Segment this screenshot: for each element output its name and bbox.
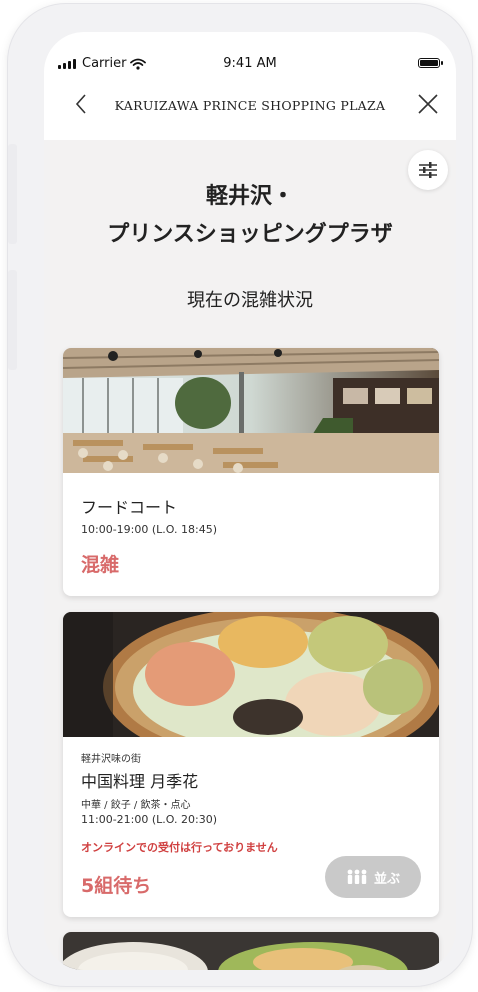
shop-name: 中国料理 月季花 bbox=[81, 772, 199, 791]
top-bar: Carrier 9:41 AM KARUIZAWA PRINCE SHOPPIN… bbox=[44, 32, 456, 140]
page-title: 軽井沢・ プリンスショッピングプラザ bbox=[107, 184, 393, 247]
filter-sliders-icon bbox=[419, 162, 437, 178]
status-time: 9:41 AM bbox=[223, 56, 277, 71]
salad-dish-photo bbox=[63, 932, 439, 970]
battery-icon bbox=[418, 58, 443, 68]
shop-category: 中華 / 餃子 / 飲茶・点心 bbox=[81, 800, 191, 811]
shop-hours: 10:00-19:00 (L.O. 18:45) bbox=[81, 523, 217, 536]
screen: Carrier 9:41 AM KARUIZAWA PRINCE SHOPPIN… bbox=[44, 32, 456, 970]
xiaolongbao-photo bbox=[63, 612, 439, 737]
shop-card[interactable]: フードコート 10:00-19:00 (L.O. 18:45) 混雑 bbox=[63, 348, 439, 596]
section-subtitle: 現在の混雑状況 bbox=[187, 290, 313, 311]
phone-frame: Carrier 9:41 AM KARUIZAWA PRINCE SHOPPIN… bbox=[8, 4, 472, 986]
shop-area: 軽井沢味の街 bbox=[81, 754, 141, 765]
shop-card[interactable] bbox=[63, 932, 439, 970]
online-reception-note: オンラインでの受付は行っておりません bbox=[81, 841, 278, 854]
back-icon[interactable] bbox=[70, 92, 94, 116]
shop-hours: 11:00-21:00 (L.O. 20:30) bbox=[81, 813, 217, 826]
people-queue-icon bbox=[347, 869, 367, 884]
shop-card[interactable]: 軽井沢味の街 中国料理 月季花 中華 / 餃子 / 飲茶・点心 11:00-21… bbox=[63, 612, 439, 917]
side-button bbox=[8, 144, 17, 244]
side-button bbox=[8, 270, 17, 370]
shop-name: フードコート bbox=[81, 498, 178, 517]
nav-title: KARUIZAWA PRINCE SHOPPING PLAZA bbox=[114, 98, 386, 113]
food-court-photo bbox=[63, 348, 439, 473]
queue-button-label: 並ぶ bbox=[373, 871, 400, 887]
congestion-status: 混雑 bbox=[81, 554, 120, 576]
close-icon[interactable] bbox=[416, 92, 440, 116]
queue-button[interactable]: 並ぶ bbox=[325, 856, 421, 898]
wait-count: 5組待ち bbox=[81, 875, 152, 897]
